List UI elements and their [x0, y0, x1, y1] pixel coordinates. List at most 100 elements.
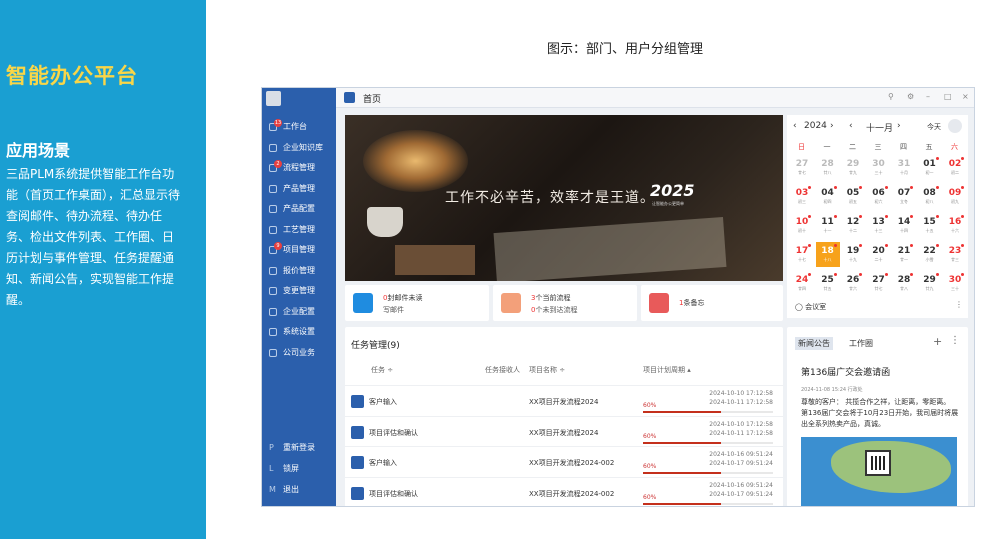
calendar-toggle[interactable]	[948, 119, 962, 133]
sidebar-item-3[interactable]: 产品管理	[262, 179, 336, 199]
calendar-day[interactable]: 22 小雪	[918, 242, 942, 267]
sidebar-bottom-label: 退出	[283, 485, 299, 494]
sidebar-item-4[interactable]: 产品配置	[262, 199, 336, 219]
sidebar-item-8[interactable]: 变更管理	[262, 281, 336, 301]
table-row[interactable]: 项目评估和确认 XX项目开发流程2024 60% 2024-10-10 17:12:5…	[345, 415, 783, 446]
sidebar-item-6[interactable]: 9 项目管理	[262, 240, 336, 260]
calendar-day[interactable]: 20 二十	[867, 242, 891, 267]
search-icon[interactable]: ⚲	[888, 92, 894, 101]
calendar-day[interactable]: 26 廿六	[841, 271, 865, 296]
sidebar-bottom-item-0[interactable]: P 重新登录	[262, 438, 336, 458]
calendar-day[interactable]: 13 十三	[867, 213, 891, 238]
calendar-day[interactable]: 29 廿九	[918, 271, 942, 296]
write-mail-link[interactable]: 写邮件	[383, 305, 404, 315]
shortcut-key: M	[269, 485, 276, 494]
calendar-day[interactable]: 11 十一	[816, 213, 840, 238]
calendar-day[interactable]: 30 三十	[867, 155, 891, 180]
calendar-day[interactable]: 18 十八	[815, 242, 840, 267]
tab-home[interactable]: 首页	[363, 92, 381, 105]
scene-description: 三品PLM系统提供智能工作台功能（首页工作桌面），汇总显示待查阅邮件、待办流程、…	[6, 167, 181, 307]
sidebar-item-2[interactable]: 2 流程管理	[262, 158, 336, 178]
sidebar-item-5[interactable]: 工艺管理	[262, 220, 336, 240]
event-dot	[833, 215, 837, 218]
calendar-day[interactable]: 04 初四	[816, 184, 840, 209]
banner-year-sub: 让智能办公更简单	[652, 201, 684, 206]
progress-text: 60%	[643, 402, 657, 409]
meeting-room-label[interactable]: 会议室	[805, 303, 826, 311]
column-plan-period[interactable]: 项目计划周期 ▴	[643, 365, 691, 375]
sidebar-item-0[interactable]: 13 工作台	[262, 117, 336, 137]
today-button[interactable]: 今天	[927, 122, 941, 132]
calendar-day[interactable]: 06 初六	[867, 184, 891, 209]
calendar-day[interactable]: 29 廿九	[841, 155, 865, 180]
calendar-day[interactable]: 09 初九	[943, 184, 967, 209]
workflow-card[interactable]: 3个当前流程 0个未到达流程	[493, 285, 637, 321]
calendar-day[interactable]: 27 廿七	[867, 271, 891, 296]
column-receiver[interactable]: 任务接收人	[485, 365, 520, 375]
sidebar-item-11[interactable]: 公司业务	[262, 343, 336, 363]
sidebar-item-10[interactable]: 系统设置	[262, 322, 336, 342]
lunar-date: 初三	[798, 199, 806, 204]
calendar-day[interactable]: 17 十七	[790, 242, 814, 267]
news-headline[interactable]: 第136届广交会邀请函	[801, 365, 890, 378]
home-icon[interactable]	[344, 92, 355, 103]
calendar-day[interactable]: 02 初二	[943, 155, 967, 180]
next-month-button[interactable]: ›	[897, 121, 901, 131]
table-row[interactable]: 项目评估和确认 XX项目开发流程2024-002 60% 2024-10-16 09:…	[345, 476, 783, 507]
calendar-day[interactable]: 21 廿一	[892, 242, 916, 267]
settings-icon[interactable]: ⚙	[907, 92, 914, 101]
plan-start: 2024-10-16 09:51:24	[709, 451, 773, 458]
prev-year-button[interactable]: ‹	[793, 121, 797, 131]
calendar-day[interactable]: 28 廿八	[892, 271, 916, 296]
sidebar-item-9[interactable]: 企业配置	[262, 302, 336, 322]
lunar-date: 廿八	[823, 170, 832, 175]
calendar-day[interactable]: 24 廿四	[790, 271, 814, 296]
calendar-day[interactable]: 12 十二	[841, 213, 865, 238]
table-row[interactable]: 客户输入 XX项目开发流程2024-002 60% 2024-10-16 09:51:…	[345, 446, 783, 476]
calendar-day[interactable]: 14 十四	[892, 213, 916, 238]
calendar-day[interactable]: 25 廿五	[816, 271, 840, 296]
tab-news[interactable]: 新闻公告	[795, 337, 833, 350]
mail-card[interactable]: 0封邮件未读 写邮件	[345, 285, 489, 321]
calendar-day[interactable]: 23 廿三	[943, 242, 967, 267]
event-dot	[910, 186, 913, 189]
calendar-day[interactable]: 01 初一	[918, 155, 942, 180]
next-year-button[interactable]: ›	[830, 121, 834, 131]
add-icon[interactable]: +	[933, 335, 942, 348]
maximize-icon[interactable]: □	[944, 92, 952, 101]
table-row[interactable]: 客户输入 XX项目开发流程2024 60% 2024-10-10 17:12:58 20…	[345, 385, 783, 415]
close-icon[interactable]: ×	[962, 92, 969, 101]
calendar-day[interactable]: 28 廿八	[816, 155, 840, 180]
sidebar-bottom-item-2[interactable]: M 退出	[262, 480, 336, 500]
minimize-icon[interactable]: –	[926, 92, 930, 101]
calendar-day[interactable]: 08 初八	[918, 184, 942, 209]
calendar: ‹ 2024 › ‹ 十一月 › 今天 日一二三四五六 27 廿七 28 廿八 29 廿九…	[787, 115, 968, 318]
sidebar-bottom-item-1[interactable]: L 锁屏	[262, 459, 336, 479]
column-project[interactable]: 项目名称 ÷	[529, 365, 565, 375]
calendar-day[interactable]: 15 十五	[918, 213, 942, 238]
calendar-day[interactable]: 30 三十	[943, 271, 967, 296]
more-icon[interactable]: ⋮	[950, 335, 960, 346]
memo-card[interactable]: 1条备忘	[641, 285, 783, 321]
lunar-date: 廿七	[798, 170, 806, 175]
calendar-day[interactable]: 31 十月	[892, 155, 916, 180]
calendar-day[interactable]: 10 初十	[790, 213, 814, 238]
calendar-more-icon[interactable]: ⋮	[955, 300, 963, 309]
calendar-day[interactable]: 27 廿七	[790, 155, 814, 180]
lamp-light	[363, 130, 468, 192]
calendar-day[interactable]: 19 十九	[841, 242, 865, 267]
calendar-day[interactable]: 05 初五	[841, 184, 865, 209]
calendar-day[interactable]: 07 立冬	[892, 184, 916, 209]
calendar-day[interactable]: 16 十六	[943, 213, 967, 238]
sidebar-item-1[interactable]: 企业知识库	[262, 138, 336, 158]
calendar-day[interactable]: 03 初三	[790, 184, 814, 209]
sidebar-item-label: 企业知识库	[283, 142, 323, 152]
prev-month-button[interactable]: ‹	[849, 121, 853, 131]
lunar-date: 二十	[874, 257, 883, 262]
tab-work-circle[interactable]: 工作圈	[849, 338, 873, 349]
column-task[interactable]: 任务 ÷	[371, 365, 393, 375]
sidebar-item-7[interactable]: 报价管理	[262, 261, 336, 281]
lunar-date: 十八	[823, 257, 832, 262]
avatar[interactable]	[266, 91, 281, 106]
sidebar-bottom-item-3[interactable]: 开始	[262, 501, 336, 506]
